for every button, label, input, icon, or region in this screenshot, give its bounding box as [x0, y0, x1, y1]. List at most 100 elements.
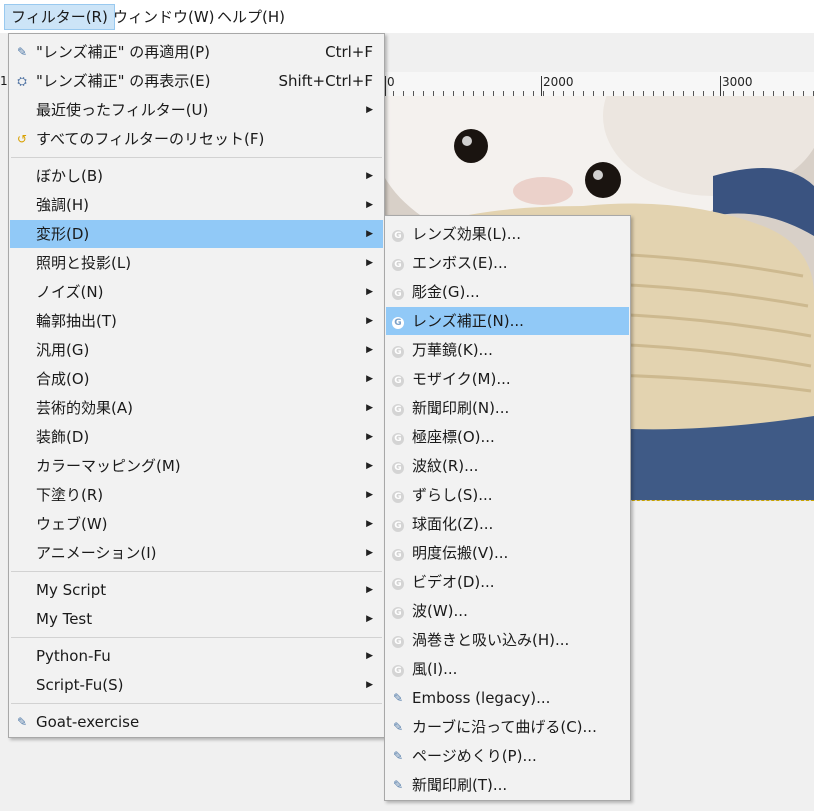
ruler-major-tick	[541, 76, 542, 96]
chevron-right-icon: ▶	[366, 345, 373, 355]
menu-item-web[interactable]: ウェブ(W) ▶	[10, 510, 383, 538]
python-icon: ✎	[392, 691, 404, 705]
submenu-item-ripple[interactable]: G 波紋(R)...	[386, 452, 629, 480]
menu-item-edge-detect[interactable]: 輪郭抽出(T) ▶	[10, 307, 383, 335]
menu-item-reset-filters[interactable]: ↺ すべてのフィルターのリセット(F)	[10, 125, 383, 153]
menu-item-reapply[interactable]: ✎ "レンズ補正" の再適用(P) Ctrl+F	[10, 38, 383, 66]
submenu-item-value-propagate[interactable]: G 明度伝搬(V)...	[386, 539, 629, 567]
menu-item-label: 波紋(R)...	[412, 457, 479, 475]
gegl-icon: G	[391, 546, 405, 561]
gegl-icon: G	[391, 662, 405, 677]
menu-help[interactable]: ヘルプ(H)	[211, 4, 291, 30]
menu-item-label: My Script	[36, 581, 107, 599]
menu-item-label: ノイズ(N)	[36, 283, 104, 301]
menu-item-reshow[interactable]: ⛭ "レンズ補正" の再表示(E) Shift+Ctrl+F	[10, 67, 383, 95]
menu-item-label: 明度伝搬(V)...	[412, 544, 509, 562]
menu-item-artistic[interactable]: 芸術的効果(A) ▶	[10, 394, 383, 422]
gegl-icon: G	[391, 459, 405, 474]
menu-item-accel: Shift+Ctrl+F	[278, 72, 373, 90]
menu-item-goat-exercise[interactable]: ✎ Goat-exercise	[10, 708, 383, 736]
menu-item-label: カラーマッピング(M)	[36, 457, 181, 475]
menu-item-script-fu[interactable]: Script-Fu(S) ▶	[10, 671, 383, 699]
submenu-item-emboss[interactable]: G エンボス(E)...	[386, 249, 629, 277]
ruler-left-label: 1	[0, 74, 8, 88]
gegl-icon: G	[391, 227, 405, 242]
submenu-item-emboss-legacy[interactable]: ✎ Emboss (legacy)...	[386, 684, 629, 712]
gegl-icon: G	[391, 517, 405, 532]
menu-item-label: 最近使ったフィルター(U)	[36, 101, 209, 119]
ruler-major-tick	[720, 76, 721, 96]
gegl-icon: G	[391, 430, 405, 445]
submenu-item-engrave[interactable]: G 彫金(G)...	[386, 278, 629, 306]
submenu-item-newsprint-legacy[interactable]: ✎ 新聞印刷(T)...	[386, 771, 629, 799]
menu-item-my-test[interactable]: My Test ▶	[10, 605, 383, 633]
submenu-item-waves[interactable]: G 波(W)...	[386, 597, 629, 625]
menu-item-label: 万華鏡(K)...	[412, 341, 493, 359]
menu-item-map[interactable]: カラーマッピング(M) ▶	[10, 452, 383, 480]
python-icon: ✎	[392, 778, 404, 792]
menu-item-recent-filters[interactable]: 最近使ったフィルター(U) ▶	[10, 96, 383, 124]
menu-item-generic[interactable]: 汎用(G) ▶	[10, 336, 383, 364]
menu-item-combine[interactable]: 合成(O) ▶	[10, 365, 383, 393]
submenu-item-video[interactable]: G ビデオ(D)...	[386, 568, 629, 596]
gegl-icon: G	[391, 633, 405, 648]
menu-item-blur[interactable]: ぼかし(B) ▶	[10, 162, 383, 190]
menu-item-label: カーブに沿って曲げる(C)...	[412, 718, 597, 736]
menu-item-my-script[interactable]: My Script ▶	[10, 576, 383, 604]
menu-item-animation[interactable]: アニメーション(I) ▶	[10, 539, 383, 567]
menu-item-label: 芸術的効果(A)	[36, 399, 133, 417]
submenu-item-whirl-pinch[interactable]: G 渦巻きと吸い込み(H)...	[386, 626, 629, 654]
chevron-right-icon: ▶	[366, 680, 373, 690]
submenu-item-kaleidoscope[interactable]: G 万華鏡(K)...	[386, 336, 629, 364]
gegl-icon: G	[391, 372, 405, 387]
gegl-icon: G	[391, 343, 405, 358]
chevron-right-icon: ▶	[366, 200, 373, 210]
menu-separator	[11, 703, 382, 704]
chevron-right-icon: ▶	[366, 374, 373, 384]
chevron-right-icon: ▶	[366, 171, 373, 181]
menu-item-enhance[interactable]: 強調(H) ▶	[10, 191, 383, 219]
menu-item-light-shadow[interactable]: 照明と投影(L) ▶	[10, 249, 383, 277]
menu-item-decor[interactable]: 装飾(D) ▶	[10, 423, 383, 451]
menu-item-noise[interactable]: ノイズ(N) ▶	[10, 278, 383, 306]
horizontal-ruler[interactable]: 0 2000 3000	[383, 72, 814, 97]
reshow-icon: ⛭	[17, 74, 27, 88]
menubar: フィルター(R) ウィンドウ(W) ヘルプ(H)	[0, 0, 814, 33]
menu-item-label: ページめくり(P)...	[412, 747, 537, 765]
menu-item-accel: Ctrl+F	[325, 43, 373, 61]
menu-item-render[interactable]: 下塗り(R) ▶	[10, 481, 383, 509]
submenu-item-shift[interactable]: G ずらし(S)...	[386, 481, 629, 509]
menu-item-label: 強調(H)	[36, 196, 89, 214]
chevron-right-icon: ▶	[366, 105, 373, 115]
menu-item-label: 渦巻きと吸い込み(H)...	[412, 631, 570, 649]
menu-item-label: ずらし(S)...	[412, 486, 493, 504]
submenu-item-page-curl[interactable]: ✎ ページめくり(P)...	[386, 742, 629, 770]
submenu-item-lens-distortion[interactable]: G レンズ補正(N)...	[386, 307, 629, 335]
submenu-item-spherize[interactable]: G 球面化(Z)...	[386, 510, 629, 538]
menu-item-label: 極座標(O)...	[412, 428, 495, 446]
chevron-right-icon: ▶	[366, 258, 373, 268]
menu-item-label: モザイク(M)...	[412, 370, 511, 388]
chevron-right-icon: ▶	[366, 614, 373, 624]
gegl-icon: G	[391, 488, 405, 503]
menu-windows[interactable]: ウィンドウ(W)	[107, 4, 221, 30]
reset-icon: ↺	[16, 132, 28, 146]
submenu-item-newsprint[interactable]: G 新聞印刷(N)...	[386, 394, 629, 422]
submenu-item-lens-flare[interactable]: G レンズ効果(L)...	[386, 220, 629, 248]
menu-item-label: 彫金(G)...	[412, 283, 480, 301]
menu-filters[interactable]: フィルター(R)	[4, 4, 115, 30]
menu-item-label: ビデオ(D)...	[412, 573, 495, 591]
gegl-icon: G	[391, 401, 405, 416]
chevron-right-icon: ▶	[366, 585, 373, 595]
chevron-right-icon: ▶	[366, 461, 373, 471]
submenu-item-polar-coordinates[interactable]: G 極座標(O)...	[386, 423, 629, 451]
menu-item-python-fu[interactable]: Python-Fu ▶	[10, 642, 383, 670]
ruler-label: 2000	[543, 75, 574, 89]
menu-item-distorts[interactable]: 変形(D) ▶	[10, 220, 383, 248]
submenu-item-mosaic[interactable]: G モザイク(M)...	[386, 365, 629, 393]
chevron-right-icon: ▶	[366, 651, 373, 661]
submenu-item-wind[interactable]: G 風(I)...	[386, 655, 629, 683]
chevron-right-icon: ▶	[366, 519, 373, 529]
submenu-item-curve-bend[interactable]: ✎ カーブに沿って曲げる(C)...	[386, 713, 629, 741]
ruler-major-tick	[385, 76, 386, 96]
